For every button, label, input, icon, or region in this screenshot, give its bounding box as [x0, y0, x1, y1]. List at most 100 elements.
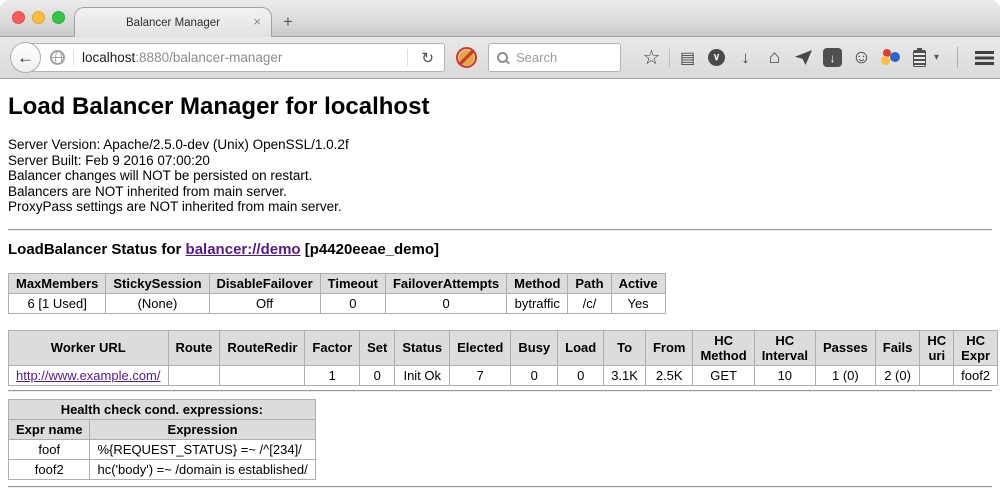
- col-status: Status: [395, 330, 450, 365]
- col-worker-url: Worker URL: [9, 330, 169, 365]
- menu-hamburger-icon[interactable]: [975, 51, 994, 65]
- col-failoverattempts: FailoverAttempts: [385, 273, 506, 293]
- col-disablefailover: DisableFailover: [209, 273, 320, 293]
- minimize-window-button[interactable]: [32, 11, 45, 24]
- persist-notice-line: Balancer changes will NOT be persisted o…: [8, 168, 992, 184]
- balancer-demo-link[interactable]: balancer://demo: [186, 241, 301, 258]
- col-active: Active: [611, 273, 665, 293]
- worker-url-link[interactable]: http://www.example.com/: [16, 368, 161, 383]
- send-page-icon[interactable]: [789, 43, 818, 73]
- cell-expr-name: foof2: [9, 459, 90, 479]
- cell-expression: %{REQUEST_STATUS} =~ /^[234]/: [90, 439, 315, 459]
- cell-routeredir: [220, 365, 305, 385]
- toolbar-divider: [957, 47, 958, 68]
- table-row: http://www.example.com/ 1 0 Init Ok 7 0 …: [9, 365, 998, 385]
- balancer-status-heading: LoadBalancer Status for balancer://demo …: [8, 241, 992, 258]
- cell-expr-name: foof: [9, 439, 90, 459]
- chevron-down-icon[interactable]: ▾: [934, 52, 948, 63]
- cell-to: 3.1K: [604, 365, 646, 385]
- col-factor: Factor: [305, 330, 360, 365]
- col-hc-method: HC Method: [693, 330, 754, 365]
- cell-active: Yes: [611, 293, 665, 313]
- clipboard-icon[interactable]: ▤: [673, 43, 702, 73]
- search-input[interactable]: [514, 49, 612, 66]
- page-title: Load Balancer Manager for localhost: [8, 93, 992, 121]
- table-row: foof %{REQUEST_STATUS} =~ /^[234]/: [9, 439, 316, 459]
- pocket-icon[interactable]: ∨: [702, 43, 731, 73]
- plugin-blocked-icon[interactable]: [456, 47, 477, 68]
- table-title-row: Health check cond. expressions:: [9, 399, 316, 419]
- boxed-down-arrow-icon: ↓: [823, 48, 842, 67]
- col-timeout: Timeout: [320, 273, 385, 293]
- toolbar-icons: ☆ ▤ ∨ ↓ ⌂ ↓ ☺ ▾: [637, 43, 1000, 73]
- col-maxmembers: MaxMembers: [9, 273, 106, 293]
- cell-maxmembers: 6 [1 Used]: [9, 293, 106, 313]
- colored-dots-extension-icon[interactable]: [876, 43, 905, 73]
- table-header-row: Worker URL Route RouteRedir Factor Set S…: [9, 330, 998, 365]
- horizontal-rule: [8, 390, 992, 392]
- pocket-chevron-icon: ∨: [708, 49, 725, 66]
- cell-from: 2.5K: [645, 365, 693, 385]
- col-load: Load: [558, 330, 604, 365]
- col-elected: Elected: [450, 330, 511, 365]
- cell-method: bytraffic: [507, 293, 568, 313]
- cell-stickysession: (None): [106, 293, 209, 313]
- reload-icon[interactable]: ↻: [416, 49, 439, 67]
- col-set: Set: [360, 330, 395, 365]
- status-prefix: LoadBalancer Status for: [8, 241, 181, 258]
- cell-hc-method: GET: [693, 365, 754, 385]
- home-icon[interactable]: ⌂: [760, 43, 789, 73]
- balancers-notice-line: Balancers are NOT inherited from main se…: [8, 184, 992, 200]
- server-version-line: Server Version: Apache/2.5.0-dev (Unix) …: [8, 137, 992, 153]
- cell-passes: 1 (0): [815, 365, 875, 385]
- download-extension-icon[interactable]: ↓: [818, 43, 847, 73]
- health-table-title: Health check cond. expressions:: [9, 399, 316, 419]
- cell-status: Init Ok: [395, 365, 450, 385]
- traffic-lights: [12, 11, 65, 24]
- col-hc-expr: HC Expr: [954, 330, 998, 365]
- new-tab-button[interactable]: +: [283, 12, 293, 32]
- navigation-toolbar: ← localhost:8880/balancer-manager ↻ ☆ ▤ …: [0, 37, 1000, 79]
- search-icon: [497, 52, 508, 63]
- feedback-smiley-icon[interactable]: ☺: [847, 43, 876, 73]
- url-domain: localhost: [82, 50, 135, 65]
- table-header-row: MaxMembers StickySession DisableFailover…: [9, 273, 666, 293]
- table-row: foof2 hc('body') =~ /domain is establish…: [9, 459, 316, 479]
- cell-expression: hc('body') =~ /domain is established/: [90, 459, 315, 479]
- server-built-line: Server Built: Feb 9 2016 07:00:20: [8, 153, 992, 169]
- worker-status-table: Worker URL Route RouteRedir Factor Set S…: [8, 330, 998, 386]
- zoom-window-button[interactable]: [52, 11, 65, 24]
- cell-route: [168, 365, 220, 385]
- url-text: localhost:8880/balancer-manager: [82, 50, 282, 65]
- cell-factor: 1: [305, 365, 360, 385]
- col-busy: Busy: [511, 330, 558, 365]
- cell-fails: 2 (0): [875, 365, 920, 385]
- tab-balancer-manager[interactable]: Balancer Manager ×: [74, 7, 272, 37]
- colored-dots-icon: [881, 49, 901, 66]
- cell-load: 0: [558, 365, 604, 385]
- status-suffix: [p4420eeae_demo]: [305, 241, 439, 258]
- col-hc-interval: HC Interval: [754, 330, 815, 365]
- balancer-settings-table: MaxMembers StickySession DisableFailover…: [8, 273, 666, 314]
- url-bar[interactable]: localhost:8880/balancer-manager ↻: [25, 43, 445, 72]
- health-check-table: Health check cond. expressions: Expr nam…: [8, 399, 316, 480]
- cell-busy: 0: [511, 365, 558, 385]
- blue-dot: [890, 52, 900, 62]
- back-button[interactable]: ←: [10, 42, 41, 73]
- col-stickysession: StickySession: [106, 273, 209, 293]
- downloads-icon[interactable]: ↓: [731, 43, 760, 73]
- bookmark-star-icon[interactable]: ☆: [637, 43, 666, 73]
- close-window-button[interactable]: [12, 11, 25, 24]
- tab-close-icon[interactable]: ×: [253, 15, 261, 28]
- cell-elected: 7: [450, 365, 511, 385]
- archive-extension-icon[interactable]: [905, 43, 934, 73]
- page-content: Load Balancer Manager for localhost Serv…: [0, 79, 1000, 491]
- search-bar[interactable]: [488, 43, 621, 72]
- col-path: Path: [568, 273, 611, 293]
- tab-title: Balancer Manager: [126, 17, 220, 29]
- col-from: From: [645, 330, 693, 365]
- toolbar-divider: [669, 49, 670, 67]
- globe-icon: [50, 50, 65, 65]
- cell-hc-expr: foof2: [954, 365, 998, 385]
- cell-path: /c/: [568, 293, 611, 313]
